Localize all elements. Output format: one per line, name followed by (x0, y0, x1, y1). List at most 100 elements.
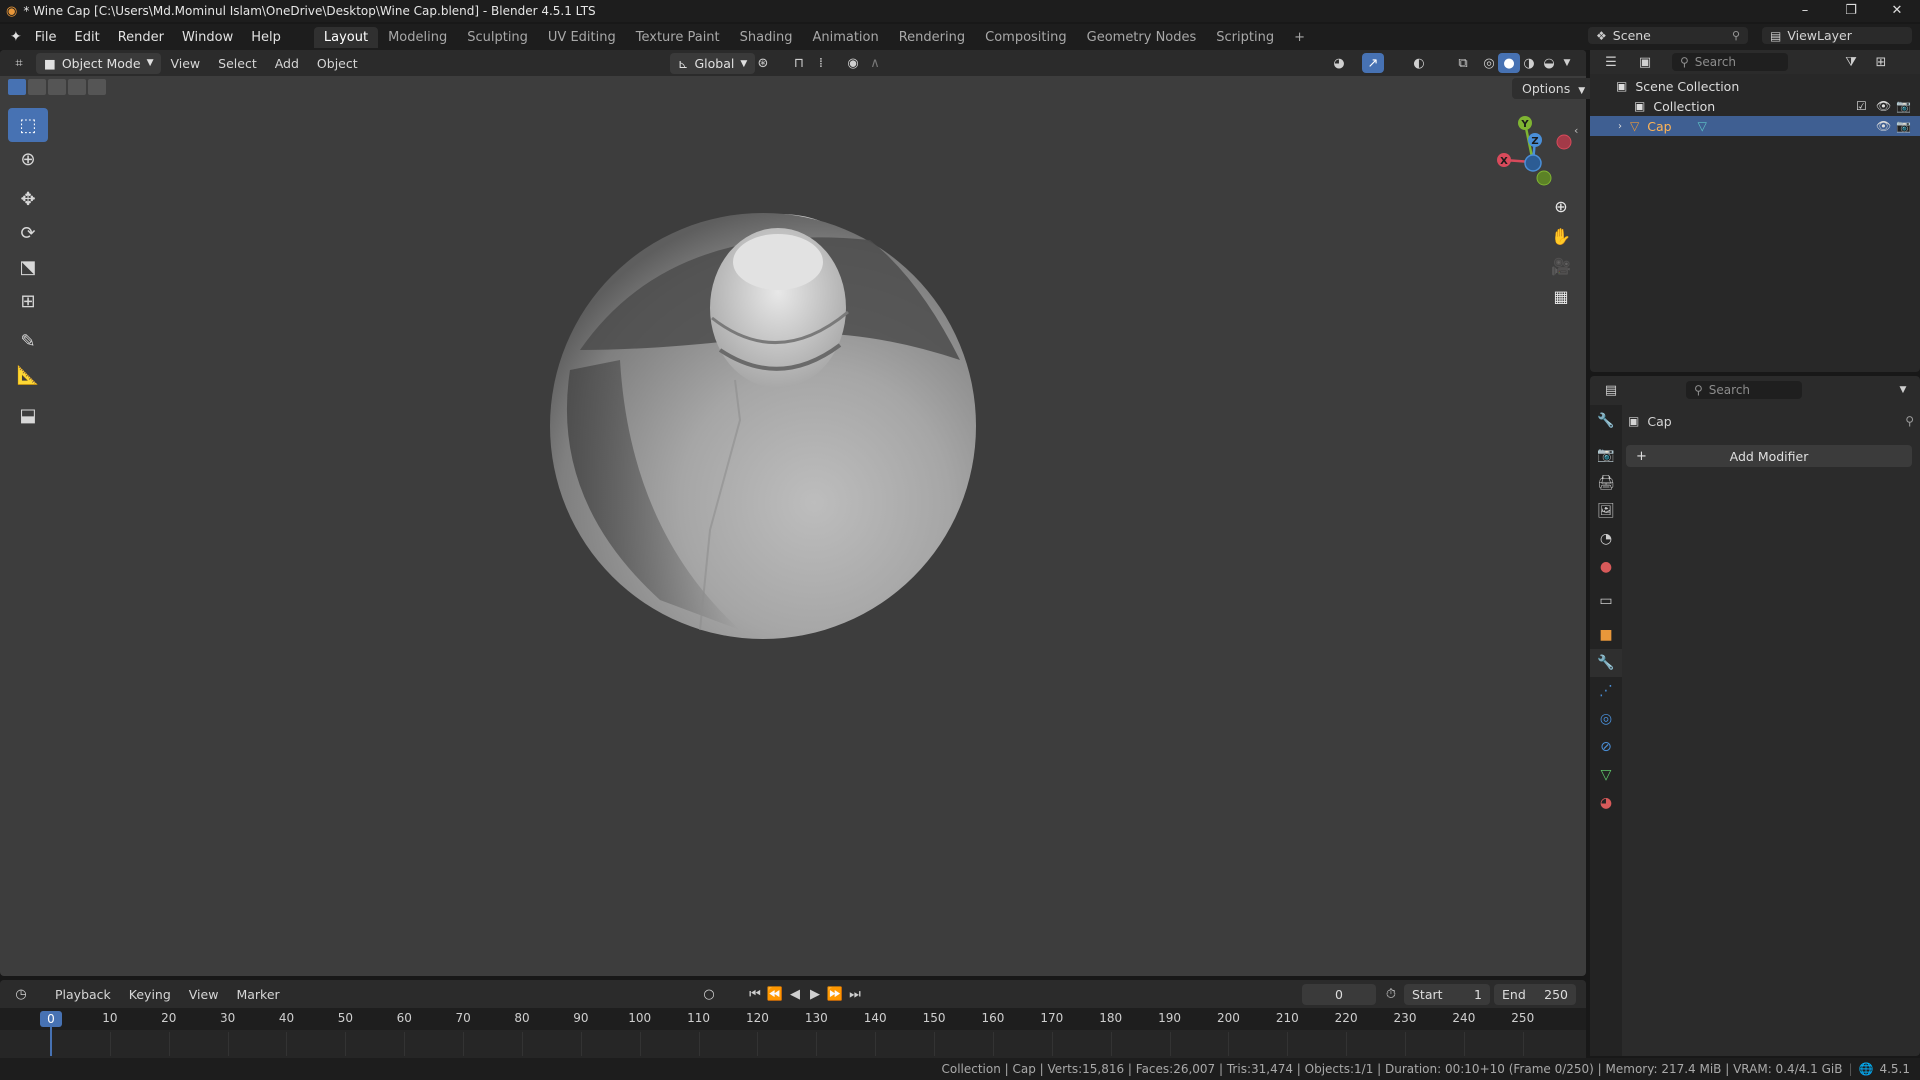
rotate-tool-icon[interactable]: ⟳ (8, 216, 48, 250)
view-layer-tab-icon[interactable]: 🖼 (1590, 497, 1622, 525)
end-frame-field[interactable]: End 250 (1494, 984, 1576, 1005)
tab-animation[interactable]: Animation (802, 27, 888, 48)
menu-render[interactable]: Render (109, 30, 173, 45)
menu-add[interactable]: Add (266, 56, 308, 71)
camera-render-icon[interactable]: 📷 (1896, 99, 1911, 113)
perspective-toggle-icon[interactable]: ▦ (1546, 281, 1576, 311)
collection-tab-icon[interactable]: ▭ (1590, 587, 1622, 615)
outliner-search-input[interactable]: ⚲ Search (1672, 53, 1788, 71)
tab-uv-editing[interactable]: UV Editing (538, 27, 626, 48)
sidebar-toggle-chevron-icon[interactable]: ‹ (1574, 124, 1578, 137)
scene-selector[interactable]: ❖ Scene ⚲ (1588, 27, 1748, 44)
outliner-row-cap[interactable]: › ▽ Cap ▽ 👁 📷 (1590, 116, 1920, 136)
mesh-data-icon[interactable]: ▽ (1698, 119, 1707, 133)
expand-chevron-icon[interactable]: › (1618, 121, 1622, 132)
output-tab-icon[interactable]: 🖨 (1590, 469, 1622, 497)
tab-rendering[interactable]: Rendering (889, 27, 975, 48)
jump-to-end-icon[interactable]: ⏭ (844, 984, 866, 1004)
current-frame-field[interactable]: 0 (1302, 984, 1376, 1005)
menu-timeline-view[interactable]: View (180, 987, 228, 1002)
overlays-icon[interactable]: ◐ (1408, 53, 1430, 73)
gizmo-toggle-icon[interactable]: ↗ (1362, 53, 1384, 73)
object-mode-dropdown[interactable]: ■ Object Mode ▼ (36, 52, 162, 74)
display-mode-icon[interactable]: ▣ (1634, 52, 1656, 72)
tab-sculpting[interactable]: Sculpting (457, 27, 538, 48)
close-button[interactable]: ✕ (1874, 0, 1920, 22)
navigation-gizmo[interactable]: Y X Z (1490, 110, 1580, 190)
pan-hand-icon[interactable]: ✋ (1546, 221, 1576, 251)
maximize-button[interactable]: ❐ (1828, 0, 1874, 22)
render-tab-icon[interactable]: 📷 (1590, 441, 1622, 469)
material-tab-icon[interactable]: ◕ (1590, 789, 1622, 817)
zoom-icon[interactable]: ⊕ (1546, 191, 1576, 221)
scene-tab-icon[interactable]: ◔ (1590, 525, 1622, 553)
wine-cap-object[interactable] (540, 200, 1000, 640)
new-collection-icon[interactable]: ⊞ (1870, 52, 1892, 72)
timeline-editor-type-icon[interactable]: ◷ (10, 984, 32, 1004)
pin-icon[interactable]: ⚲ (1732, 29, 1740, 42)
add-workspace-button[interactable]: + (1284, 27, 1315, 48)
exclude-checkbox[interactable]: ☑ (1856, 99, 1867, 113)
menu-edit[interactable]: Edit (66, 30, 109, 45)
menu-marker[interactable]: Marker (227, 987, 288, 1002)
add-modifier-button[interactable]: + Add Modifier (1626, 445, 1912, 467)
data-tab-icon[interactable]: ▽ (1590, 761, 1622, 789)
select-subtract-icon[interactable] (48, 79, 66, 95)
menu-playback[interactable]: Playback (46, 987, 120, 1002)
neg-z-axis-handle[interactable] (1524, 154, 1542, 172)
tab-compositing[interactable]: Compositing (975, 27, 1077, 48)
proportional-editing-icon[interactable]: ◉ (842, 53, 864, 73)
menu-file[interactable]: File (26, 30, 66, 45)
snap-icon[interactable]: ⊓ (788, 53, 810, 73)
tab-layout[interactable]: Layout (313, 26, 379, 48)
properties-options-chevron-icon[interactable]: ▼ (1892, 380, 1914, 400)
properties-search-input[interactable]: ⚲ Search (1686, 381, 1802, 399)
menu-object[interactable]: Object (308, 56, 367, 71)
measure-tool-icon[interactable]: 📐 (8, 358, 48, 392)
properties-editor-type-icon[interactable]: ▤ (1600, 380, 1622, 400)
physics-tab-icon[interactable]: ◎ (1590, 705, 1622, 733)
globe-icon[interactable]: 🌐 (1859, 1062, 1874, 1076)
transform-tool-icon[interactable]: ⊞ (8, 284, 48, 318)
start-frame-field[interactable]: Start 1 (1404, 984, 1490, 1005)
tab-shading[interactable]: Shading (730, 27, 803, 48)
editor-type-icon[interactable]: ⌗ (8, 53, 30, 73)
select-extend-icon[interactable] (28, 79, 46, 95)
jump-to-keyframe-forward-icon[interactable]: ⏩ (824, 984, 846, 1004)
menu-select[interactable]: Select (209, 56, 266, 71)
scale-tool-icon[interactable]: ⬔ (8, 250, 48, 284)
outliner-row-collection[interactable]: ▣ Collection ☑ 👁 📷 (1590, 96, 1920, 116)
snap-target-icon[interactable]: ⁞ (810, 53, 832, 73)
auto-keying-icon[interactable]: ○ (698, 984, 720, 1004)
transform-orientation-dropdown[interactable]: ⊾ Global ▼ (670, 53, 756, 74)
timeline-track[interactable] (0, 1030, 1586, 1058)
neg-y-axis-handle[interactable] (1536, 170, 1552, 186)
add-cube-tool-icon[interactable]: ⬓ (8, 398, 48, 432)
jump-to-keyframe-back-icon[interactable]: ⏪ (764, 984, 786, 1004)
menu-window[interactable]: Window (173, 30, 242, 45)
wireframe-shading-icon[interactable]: ◎ (1478, 53, 1500, 73)
object-tab-icon[interactable]: ■ (1590, 621, 1622, 649)
eye-icon[interactable]: 👁 (1876, 119, 1891, 133)
minimize-button[interactable]: – (1782, 0, 1828, 22)
tab-texture-paint[interactable]: Texture Paint (626, 27, 730, 48)
pin-icon[interactable]: ⚲ (1905, 414, 1914, 428)
play-icon[interactable]: ▶ (804, 984, 826, 1004)
world-tab-icon[interactable]: ● (1590, 553, 1622, 581)
solid-shading-icon[interactable]: ● (1498, 53, 1520, 73)
particles-tab-icon[interactable]: ⋰ (1590, 677, 1622, 705)
visibility-icon[interactable]: ◕ (1328, 53, 1350, 73)
stopwatch-icon[interactable]: ⏱ (1380, 984, 1402, 1004)
blender-menu-icon[interactable]: ✦ (10, 29, 22, 45)
filter-icon[interactable]: ⧩ (1840, 52, 1862, 72)
annotate-tool-icon[interactable]: ✎ (8, 324, 48, 358)
camera-view-icon[interactable]: 🎥 (1546, 251, 1576, 281)
menu-keying[interactable]: Keying (120, 987, 180, 1002)
outliner-row-scene-collection[interactable]: ▣ Scene Collection (1590, 76, 1920, 96)
shading-options-chevron-icon[interactable]: ▼ (1556, 53, 1578, 73)
playhead-frame-label[interactable]: 0 (40, 1011, 62, 1027)
material-shading-icon[interactable]: ◑ (1518, 53, 1540, 73)
play-reverse-icon[interactable]: ◀ (784, 984, 806, 1004)
eye-icon[interactable]: 👁 (1876, 99, 1891, 113)
select-invert-icon[interactable] (68, 79, 86, 95)
